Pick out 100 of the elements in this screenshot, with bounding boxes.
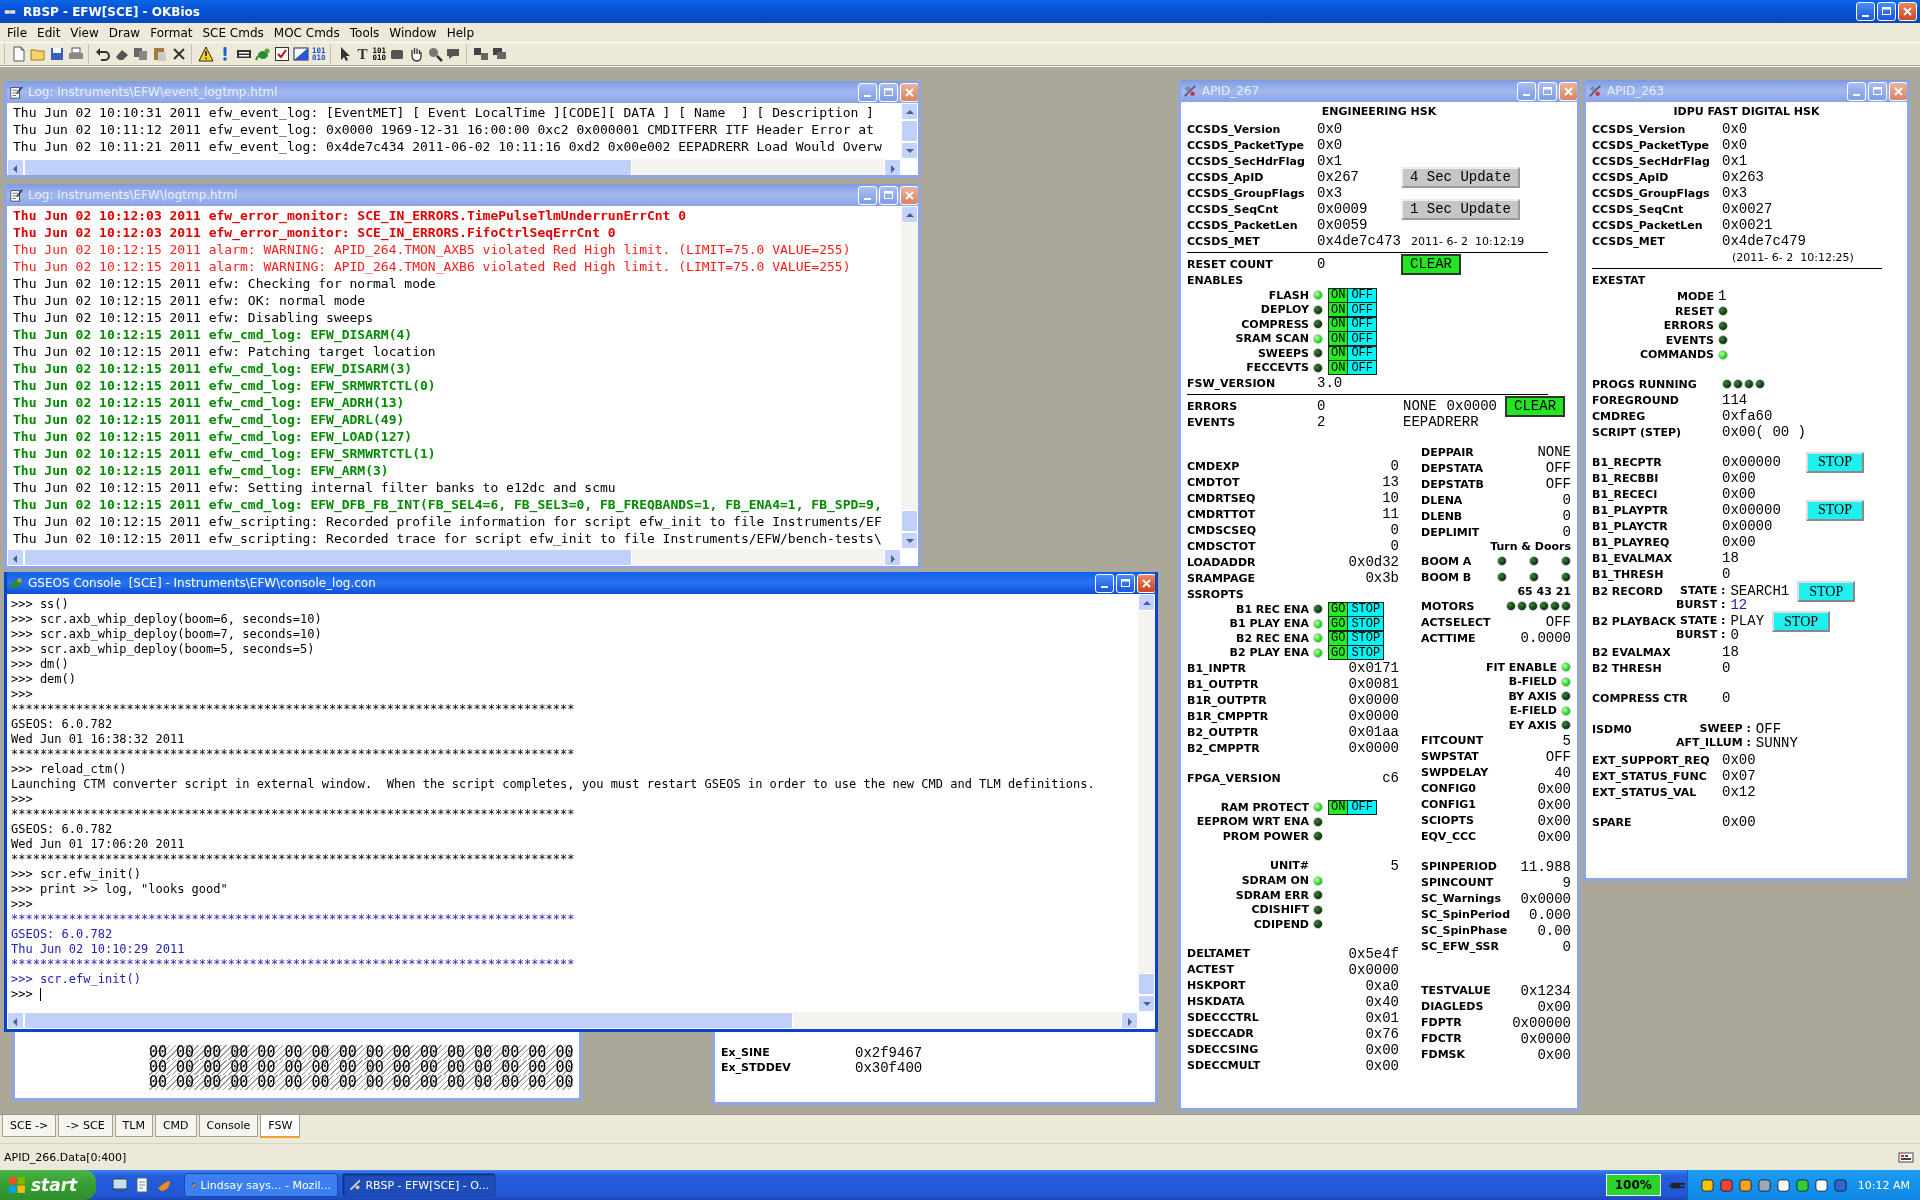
tray-icon[interactable] <box>1813 1177 1829 1193</box>
tab[interactable]: SCE -> <box>2 1115 57 1137</box>
disable-button[interactable]: OFF <box>1347 317 1376 331</box>
enable-button[interactable]: ON <box>1329 800 1348 814</box>
monitor-icon[interactable] <box>112 1177 128 1193</box>
minimize-button[interactable] <box>1517 81 1536 101</box>
disable-button[interactable]: STOP <box>1347 631 1384 645</box>
delete-icon[interactable] <box>171 46 187 62</box>
update-button[interactable]: 1 Sec Update <box>1401 198 1520 220</box>
tab[interactable]: TLM <box>114 1115 153 1137</box>
minimize-button[interactable] <box>1847 81 1866 101</box>
tray-icon[interactable] <box>1832 1177 1848 1193</box>
minimize-button[interactable] <box>858 185 877 205</box>
tab[interactable]: FSW <box>260 1115 301 1138</box>
tray-icon[interactable] <box>1699 1177 1715 1193</box>
stop-button[interactable]: STOP <box>1797 581 1856 602</box>
menu-item[interactable]: Format <box>145 23 198 42</box>
maximize-button[interactable] <box>879 185 898 205</box>
menu-item[interactable]: File <box>2 23 33 42</box>
menu-item[interactable]: Draw <box>103 23 146 42</box>
disable-button[interactable]: OFF <box>1347 361 1376 375</box>
disable-button[interactable]: OFF <box>1347 800 1376 814</box>
tab[interactable]: Console <box>198 1115 259 1137</box>
disable-button[interactable]: OFF <box>1347 332 1376 346</box>
enable-button[interactable]: ON <box>1329 317 1348 331</box>
lizard-icon[interactable] <box>255 46 271 62</box>
tab[interactable]: CMD <box>154 1115 197 1137</box>
tray-icon[interactable] <box>1756 1177 1772 1193</box>
cascade-windows-icon[interactable] <box>492 46 509 62</box>
minimize-button[interactable] <box>1095 573 1114 593</box>
warning-icon[interactable] <box>198 46 214 62</box>
close-button[interactable] <box>900 82 918 102</box>
chart-icon[interactable] <box>293 46 309 62</box>
enable-button[interactable]: ON <box>1329 361 1348 375</box>
zoom-icon[interactable] <box>427 46 444 62</box>
close-button[interactable] <box>1889 81 1907 101</box>
tray-icon[interactable] <box>1775 1177 1791 1193</box>
enable-button[interactable]: ON <box>1329 303 1348 317</box>
checkbox-icon[interactable] <box>274 46 290 62</box>
globe-icon[interactable] <box>156 1177 172 1193</box>
enable-button[interactable]: ON <box>1329 346 1348 360</box>
disable-button[interactable]: STOP <box>1347 646 1384 660</box>
enable-button[interactable]: GO <box>1329 602 1348 616</box>
text-tool-icon[interactable]: T <box>355 45 370 63</box>
new-document-icon[interactable] <box>11 46 27 62</box>
disable-button[interactable]: OFF <box>1347 303 1376 317</box>
enable-button[interactable]: ON <box>1329 332 1348 346</box>
horizontal-scrollbar[interactable] <box>7 159 901 175</box>
close-button[interactable] <box>1898 2 1917 21</box>
maximize-button[interactable] <box>1868 81 1887 101</box>
print-icon[interactable] <box>68 46 84 62</box>
close-button[interactable] <box>900 185 918 205</box>
menu-item[interactable]: Edit <box>32 23 66 42</box>
menu-item[interactable]: View <box>65 23 104 42</box>
maximize-button[interactable] <box>1116 573 1135 593</box>
menu-item[interactable]: Window <box>384 23 442 42</box>
taskbar-button[interactable]: Lindsay says... - Mozil... <box>184 1173 338 1197</box>
disable-button[interactable]: OFF <box>1347 346 1376 360</box>
taskbar-button[interactable]: RBSP - EFW[SCE] - O... <box>342 1173 496 1197</box>
tile-windows-icon[interactable] <box>473 46 490 62</box>
stop-button[interactable]: STOP <box>1806 499 1864 521</box>
update-button[interactable]: 4 Sec Update <box>1401 166 1520 188</box>
stop-button[interactable]: STOP <box>1772 611 1831 632</box>
horizontal-scrollbar[interactable] <box>7 549 901 566</box>
stop-button[interactable]: STOP <box>1806 451 1864 473</box>
document-icon[interactable] <box>134 1177 150 1193</box>
horizontal-scrollbar[interactable] <box>7 1012 1138 1029</box>
indicator-label: SRAM SCAN <box>1234 332 1310 346</box>
tab[interactable]: -> SCE <box>58 1115 113 1137</box>
disable-button[interactable]: OFF <box>1347 288 1376 302</box>
save-icon[interactable] <box>49 46 65 62</box>
minimize-button[interactable] <box>858 82 877 102</box>
close-button[interactable] <box>1559 81 1577 101</box>
vertical-scrollbar[interactable] <box>901 103 918 159</box>
copy-icon[interactable] <box>133 46 149 62</box>
enable-button[interactable]: GO <box>1329 617 1348 631</box>
enable-button[interactable]: GO <box>1329 646 1348 660</box>
minimize-button[interactable] <box>1856 2 1875 21</box>
undo-icon[interactable] <box>95 46 111 62</box>
close-button[interactable] <box>1137 573 1155 593</box>
menu-item[interactable]: MOC Cmds <box>268 23 345 42</box>
enable-button[interactable]: GO <box>1329 631 1348 645</box>
menu-item[interactable]: Tools <box>344 23 385 42</box>
menu-item[interactable]: SCE Cmds <box>197 23 269 42</box>
tray-icon[interactable] <box>1794 1177 1810 1193</box>
hand-icon[interactable] <box>408 46 425 62</box>
maximize-button[interactable] <box>1538 81 1557 101</box>
tray-icon[interactable] <box>1737 1177 1753 1193</box>
disable-button[interactable]: STOP <box>1347 602 1384 616</box>
clear-button[interactable]: CLEAR <box>1505 395 1566 417</box>
vertical-scrollbar[interactable] <box>901 206 918 549</box>
clear-button[interactable]: CLEAR <box>1401 253 1461 275</box>
enable-button[interactable]: ON <box>1329 288 1348 302</box>
maximize-button[interactable] <box>1877 2 1896 21</box>
tray-icon[interactable] <box>1718 1177 1734 1193</box>
menu-item[interactable]: Help <box>441 23 479 42</box>
vertical-scrollbar[interactable] <box>1138 594 1155 1012</box>
console-prompt[interactable]: >>> <box>11 987 33 1002</box>
maximize-button[interactable] <box>879 82 898 102</box>
disable-button[interactable]: STOP <box>1347 617 1384 631</box>
